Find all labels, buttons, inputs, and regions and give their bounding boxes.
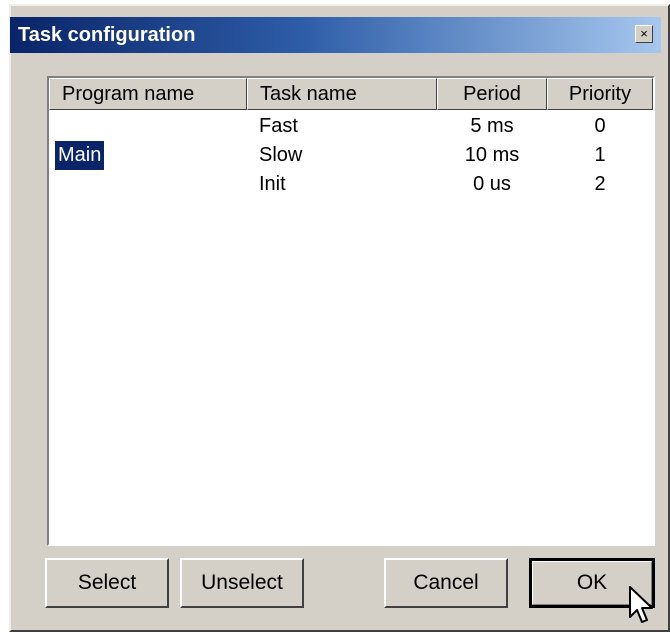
- period-cell: 10 ms: [464, 144, 520, 166]
- ok-button-label: OK: [576, 571, 608, 594]
- task-name-cell: Init: [259, 173, 286, 195]
- table-row[interactable]: Init 0 us 2: [49, 170, 653, 199]
- table-row[interactable]: Main Slow 10 ms 1: [49, 140, 653, 171]
- mouse-pointer-icon: [629, 586, 653, 623]
- title-bar[interactable]: Task configuration ×: [10, 17, 661, 53]
- program-name-cell-selected[interactable]: Main: [53, 140, 106, 171]
- priority-cell: 1: [594, 144, 606, 166]
- dialog-title: Task configuration: [18, 24, 196, 46]
- column-header-priority[interactable]: Priority: [547, 78, 653, 110]
- list-header: Program name Task name Period Priority: [49, 78, 653, 110]
- cancel-button[interactable]: Cancel: [384, 558, 508, 608]
- column-header-program-name[interactable]: Program name: [49, 78, 247, 110]
- task-name-cell: Slow: [259, 144, 303, 166]
- unselect-button[interactable]: Unselect: [180, 558, 304, 608]
- task-name-cell: Fast: [259, 115, 298, 137]
- table-row[interactable]: Fast 5 ms 0: [49, 112, 653, 141]
- select-button[interactable]: Select: [45, 558, 169, 608]
- close-icon[interactable]: ×: [635, 25, 653, 43]
- task-list[interactable]: Program name Task name Period Priority F…: [47, 76, 655, 546]
- period-cell: 5 ms: [470, 115, 514, 137]
- priority-cell: 2: [594, 173, 606, 195]
- column-header-period[interactable]: Period: [437, 78, 547, 110]
- priority-cell: 0: [594, 115, 606, 137]
- close-glyph: ×: [640, 26, 648, 41]
- column-header-task-name[interactable]: Task name: [247, 78, 437, 110]
- period-cell: 0 us: [473, 173, 511, 195]
